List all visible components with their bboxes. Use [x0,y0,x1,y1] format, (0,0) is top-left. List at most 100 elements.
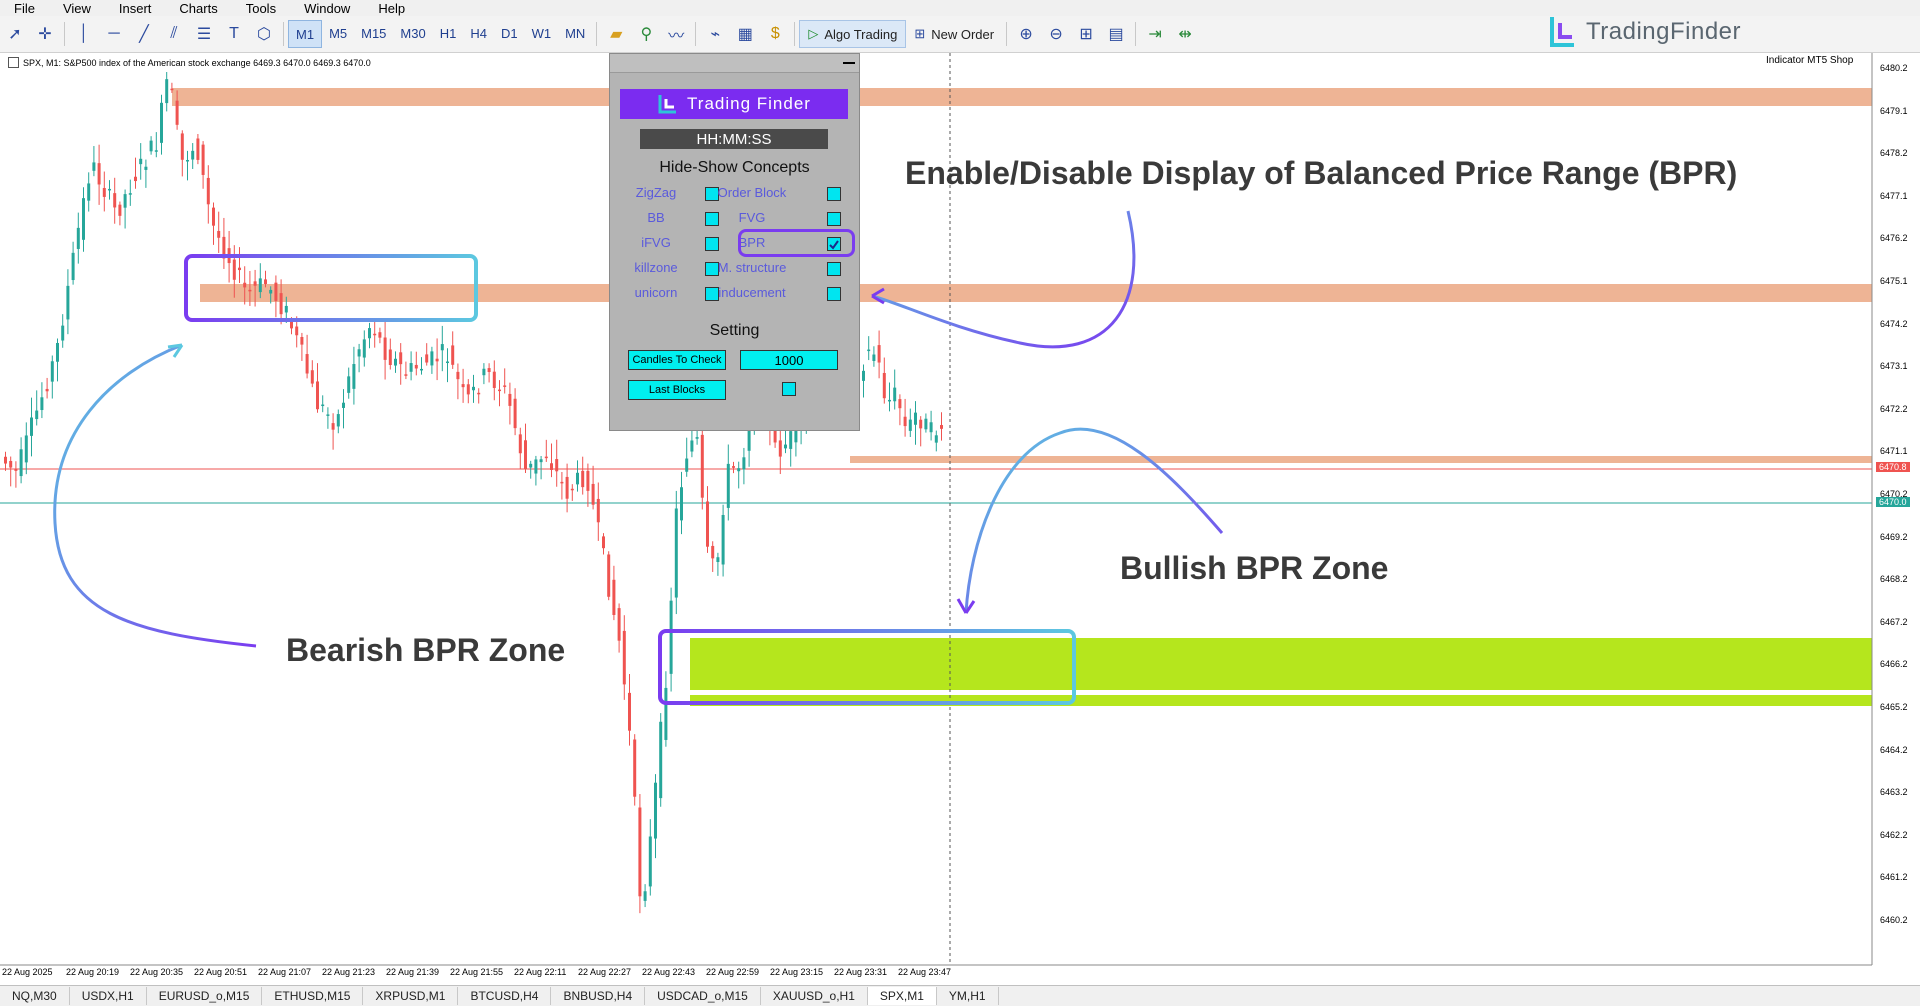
concept-checkbox-m-structure[interactable] [827,262,841,276]
candle [867,336,871,361]
concept-label-order-block: Order Block [717,185,787,200]
candles-to-check-input[interactable]: 1000 [740,350,838,370]
minimize-icon[interactable] [843,62,855,64]
symbol-tab[interactable]: ETHUSD,M15 [262,987,364,1005]
candle [368,322,371,349]
timeframe-mn[interactable]: MN [558,20,592,46]
chart-type-icon[interactable]: 〰 [661,20,691,48]
price-label: 6479.1 [1880,105,1908,116]
zoom-out-icon[interactable]: ⊖ [1041,20,1071,48]
symbol-tab[interactable]: BNBUSD,H4 [551,987,646,1005]
timeframe-m5[interactable]: M5 [322,20,354,46]
timeframe-d1[interactable]: D1 [494,20,525,46]
candle [19,437,23,484]
concept-checkbox-fvg[interactable] [827,212,841,226]
symbol-tab[interactable]: SPX,M1 [867,987,937,1005]
line-chart-icon[interactable]: ⌁ [700,20,730,48]
shapes-icon[interactable]: ⬡ [249,20,279,48]
candle [451,331,455,369]
indicator-panel[interactable]: Trading Finder HH:MM:SS Hide-Show Concep… [609,53,860,431]
timeframe-group: M1 M5 M15 M30 H1 H4 D1 W1 MN [288,20,592,48]
timeframe-h1[interactable]: H1 [433,20,464,46]
candle [669,587,673,692]
candle [362,330,366,367]
symbol-tab[interactable]: XRPUSD,M1 [363,987,459,1005]
timeframe-h4[interactable]: H4 [463,20,494,46]
template-icon[interactable]: ▦ [730,20,760,48]
horizontal-line-icon[interactable]: ─ [99,20,129,48]
candle [316,363,319,413]
algo-trading-button[interactable]: ▷ Algo Trading [799,20,907,48]
menu-help[interactable]: Help [364,1,419,16]
menu-window[interactable]: Window [290,1,364,16]
trendline-icon[interactable]: ╱ [129,20,159,48]
symbol-tab[interactable]: NQ,M30 [0,987,70,1005]
candle [664,671,668,747]
cursor-icon[interactable]: ➚ [0,20,30,48]
candle [87,172,91,212]
candle [659,713,663,807]
price-label: 6480.2 [1880,63,1908,73]
candle [97,144,101,205]
bullish-bpr-annotation: Bullish BPR Zone [1120,550,1389,586]
symbol-tab[interactable]: USDCAD_o,M15 [645,987,761,1005]
price-label: 6468.2 [1880,574,1908,585]
concept-checkbox-order-block[interactable] [827,187,841,201]
candle [30,397,33,457]
vertical-line-icon[interactable]: │ [69,20,99,48]
crosshair-icon[interactable]: ✛ [30,20,60,48]
menu-charts[interactable]: Charts [165,1,231,16]
hide-show-title: Hide-Show Concepts [659,159,810,176]
candle [674,490,678,615]
candle [472,374,475,403]
concept-label-killzone: killzone [634,260,678,275]
last-blocks-button[interactable]: Last Blocks [628,380,726,400]
time-label: 22 Aug 21:07 [258,967,312,977]
panel-header[interactable] [610,54,859,73]
indicators-icon[interactable]: ⚲ [631,20,661,48]
menu-file[interactable]: File [0,1,49,16]
folder-icon[interactable]: ▰ [601,20,631,48]
symbol-tab[interactable]: BTCUSD,H4 [458,987,552,1005]
concept-checkbox-inducement[interactable] [827,287,841,301]
tile-windows-icon[interactable]: ⊞ [1071,20,1101,48]
chart-canvas[interactable] [0,53,1920,985]
candle [685,437,689,477]
symbol-tab[interactable]: YM,H1 [937,987,999,1005]
timeframe-w1[interactable]: W1 [525,20,559,46]
timeframe-m30[interactable]: M30 [393,20,432,46]
dollar-icon[interactable]: $ [760,20,790,48]
candle [414,351,418,376]
panel-brand-label: Trading Finder [687,94,811,113]
time-label: 22 Aug 21:23 [322,967,376,977]
last-blocks-checkbox[interactable] [782,382,796,396]
candle [576,460,579,492]
time-label: 22 Aug 22:43 [642,967,696,977]
symbol-tab[interactable]: EURUSD_o,M15 [147,987,263,1005]
setting-title: Setting [709,322,760,339]
new-order-button[interactable]: ⊞ New Order [906,21,1002,47]
text-icon[interactable]: T [219,20,249,48]
chart-area[interactable]: SPX, M1: S&P500 index of the American st… [0,53,1920,985]
menu-view[interactable]: View [49,1,105,16]
timeframe-m1[interactable]: M1 [288,20,323,48]
channel-icon[interactable]: ⫽ [159,20,189,48]
candles-to-check-button[interactable]: Candles To Check [628,350,726,370]
concept-label-bb: BB [647,210,665,225]
candle [440,325,444,372]
auto-scroll-icon[interactable]: ⇥ [1140,20,1170,48]
chart-shift-icon[interactable]: ⇹ [1170,20,1200,48]
fibonacci-icon[interactable]: ☰ [189,20,219,48]
grid-icon[interactable]: ▤ [1101,20,1131,48]
symbol-tab[interactable]: USDX,H1 [70,987,147,1005]
zoom-in-icon[interactable]: ⊕ [1011,20,1041,48]
timeframe-m15[interactable]: M15 [354,20,393,46]
time-label: 22 Aug 20:35 [130,967,184,977]
candle [186,150,189,181]
candle [872,346,876,367]
symbol-tab[interactable]: XAUUSD_o,H1 [761,987,868,1005]
menu-tools[interactable]: Tools [232,1,290,16]
toolbar-separator [794,22,796,46]
concept-label-fvg: FVG [738,210,766,225]
menu-insert[interactable]: Insert [105,1,166,16]
